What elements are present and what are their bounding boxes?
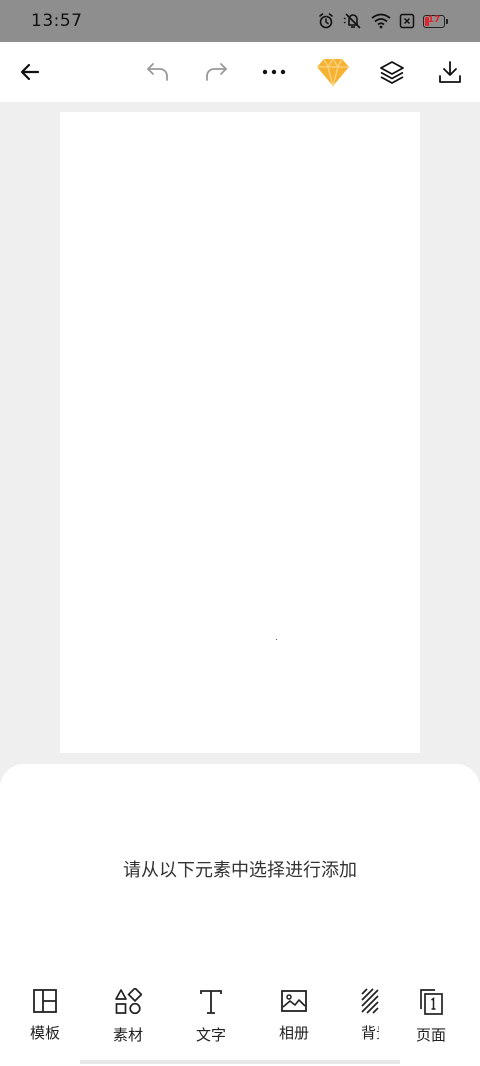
tab-label-text: 文字	[195, 1026, 226, 1044]
download-icon	[439, 61, 461, 83]
tab-label-album: 相册	[278, 1024, 309, 1042]
layers-button[interactable]	[370, 42, 414, 102]
tab-album[interactable]: 相册	[259, 988, 329, 1048]
editor-screen: 13:57 17 请从以下元素中选择进行添加 模板 素材 文字 相册 背 页面	[0, 0, 480, 1066]
tab-background[interactable]: 背景	[344, 988, 379, 1048]
undo-button[interactable]	[136, 42, 180, 102]
tab-label-background: 背景	[361, 1024, 379, 1042]
element-tabs: 模板 素材 文字 相册 背 页面	[0, 988, 480, 1048]
download-button[interactable]	[428, 42, 472, 102]
redo-button[interactable]	[194, 42, 238, 102]
battery-level: 17	[427, 14, 441, 25]
shapes-icon	[115, 988, 142, 1015]
tab-text[interactable]: 文字	[176, 988, 246, 1048]
canvas-area	[0, 102, 480, 802]
sim-disabled-icon	[399, 13, 415, 29]
mute-icon	[343, 12, 363, 30]
add-element-hint: 请从以下元素中选择进行添加	[123, 860, 357, 881]
tab-label-page: 页面	[415, 1026, 446, 1044]
alarm-icon	[317, 12, 335, 30]
page-icon	[420, 989, 443, 1015]
add-element-sheet: 请从以下元素中选择进行添加 模板 素材 文字 相册 背 页面	[0, 764, 480, 1066]
design-canvas-page[interactable]	[60, 112, 420, 753]
layers-icon	[380, 61, 404, 84]
back-button[interactable]	[8, 42, 52, 102]
tab-label-material: 素材	[112, 1026, 143, 1044]
editor-toolbar	[0, 42, 480, 102]
undo-icon	[147, 63, 168, 81]
vip-diamond-icon	[317, 57, 349, 87]
image-icon	[281, 990, 307, 1012]
redo-icon	[206, 63, 227, 81]
status-time: 13:57	[31, 11, 83, 31]
battery-indicator: 17	[423, 14, 448, 28]
more-button[interactable]	[252, 42, 296, 102]
more-icon	[262, 69, 286, 75]
tab-label-template: 模板	[29, 1024, 60, 1042]
tab-template[interactable]: 模板	[10, 988, 80, 1048]
template-icon	[33, 989, 57, 1013]
tab-material[interactable]: 素材	[93, 988, 163, 1048]
text-icon	[200, 990, 222, 1014]
canvas-cursor-dot	[276, 639, 277, 640]
background-icon	[361, 988, 379, 1014]
tab-page[interactable]: 页面	[396, 988, 466, 1048]
wifi-icon	[371, 13, 391, 29]
vip-button[interactable]	[311, 42, 355, 102]
back-icon	[20, 63, 40, 81]
status-bar: 13:57 17	[0, 0, 480, 42]
tab-scroll-indicator	[80, 1060, 400, 1064]
status-icons: 17	[317, 12, 448, 30]
